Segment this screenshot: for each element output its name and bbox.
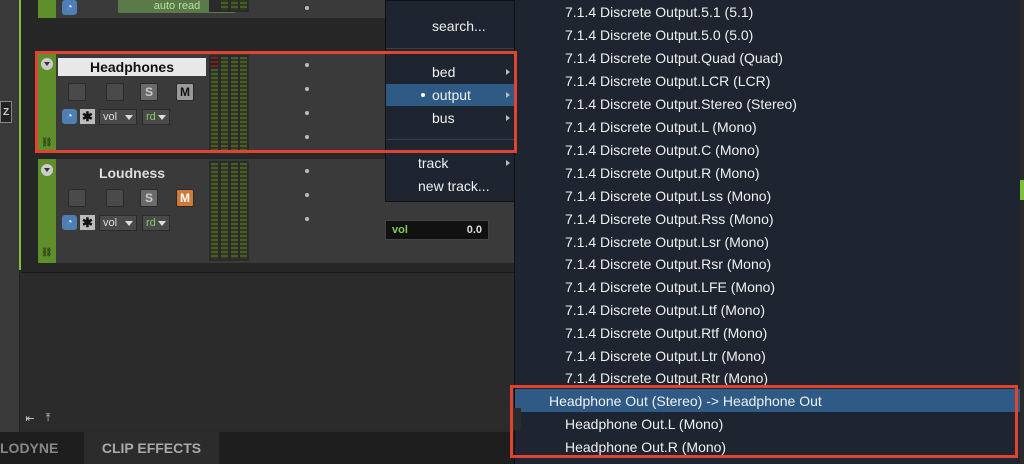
highlight-headphones-track xyxy=(35,51,517,153)
output-item[interactable]: 7.1.4 Discrete Output.LFE (Mono) xyxy=(515,275,1020,298)
volume-display[interactable]: vol 0.0 xyxy=(385,220,489,240)
output-item[interactable]: 7.1.4 Discrete Output.LCR (LCR) xyxy=(515,69,1020,92)
menu-item-new-track[interactable]: new track... xyxy=(386,175,514,197)
zoom-button[interactable]: Z xyxy=(0,101,12,123)
output-item[interactable]: 7.1.4 Discrete Output.Rtf (Mono) xyxy=(515,321,1020,344)
mute-button[interactable]: M xyxy=(176,189,194,207)
tab-clip-effects[interactable]: CLIP EFFECTS xyxy=(84,432,219,464)
input-monitor-icon[interactable]: ◔ xyxy=(62,0,77,15)
highlight-headphone-outputs xyxy=(510,385,1018,458)
send-slot[interactable] xyxy=(305,6,309,10)
send-slot[interactable] xyxy=(305,193,309,197)
asterisk-icon[interactable]: ✱ xyxy=(80,215,95,230)
record-arm-button[interactable] xyxy=(68,189,86,207)
input-monitor-icon[interactable]: ◔ xyxy=(62,215,77,230)
level-meter xyxy=(209,161,249,261)
input-button[interactable] xyxy=(106,189,124,207)
send-slot[interactable] xyxy=(305,217,309,221)
output-item[interactable]: 7.1.4 Discrete Output.Ltf (Mono) xyxy=(515,298,1020,321)
send-slot[interactable] xyxy=(305,169,309,173)
output-item[interactable]: 7.1.4 Discrete Output.Stereo (Stereo) xyxy=(515,92,1020,115)
automation-parameter-dropdown[interactable]: vol xyxy=(99,215,137,231)
output-item[interactable]: 7.1.4 Discrete Output.L (Mono) xyxy=(515,115,1020,138)
level-meter xyxy=(209,0,249,12)
link-icon: ⛓ xyxy=(41,247,53,257)
collapse-chevron-icon[interactable] xyxy=(41,164,53,176)
output-item[interactable]: 7.1.4 Discrete Output.Lsr (Mono) xyxy=(515,230,1020,253)
empty-track-area xyxy=(21,272,521,407)
menu-item-search[interactable]: search... xyxy=(386,15,514,37)
submenu-arrow-icon xyxy=(506,160,510,166)
upload-icon[interactable]: ⤒ xyxy=(41,411,55,425)
output-item[interactable]: 7.1.4 Discrete Output.C (Mono) xyxy=(515,138,1020,161)
output-item[interactable]: 7.1.4 Discrete Output.Ltr (Mono) xyxy=(515,344,1020,367)
output-item[interactable]: 7.1.4 Discrete Output.Lss (Mono) xyxy=(515,184,1020,207)
tab-melodyne[interactable]: LODYNE xyxy=(0,432,58,464)
track-list-footer: ⇤ ⤒ xyxy=(21,408,521,430)
track-color-strip xyxy=(38,0,56,18)
menu-item-track[interactable]: track xyxy=(386,152,514,174)
output-item[interactable]: 7.1.4 Discrete Output.5.0 (5.0) xyxy=(515,23,1020,46)
output-item[interactable]: 7.1.4 Discrete Output.Rsr (Mono) xyxy=(515,252,1020,275)
right-panel-edge xyxy=(1020,0,1024,464)
output-item[interactable]: 7.1.4 Discrete Output.Quad (Quad) xyxy=(515,46,1020,69)
left-panel-edge xyxy=(0,0,20,432)
output-item[interactable]: 7.1.4 Discrete Output.R (Mono) xyxy=(515,161,1020,184)
output-item[interactable]: 7.1.4 Discrete Output.Rss (Mono) xyxy=(515,207,1020,230)
bottom-tabs: LODYNE CLIP EFFECTS xyxy=(0,432,514,464)
track-name[interactable]: Loudness xyxy=(58,164,206,182)
automation-mode-dropdown[interactable]: rd xyxy=(142,215,170,231)
output-item[interactable]: 7.1.4 Discrete Output.5.1 (5.1) xyxy=(515,0,1020,23)
solo-button[interactable]: S xyxy=(140,189,158,207)
collapse-all-icon[interactable]: ⇤ xyxy=(23,411,37,425)
